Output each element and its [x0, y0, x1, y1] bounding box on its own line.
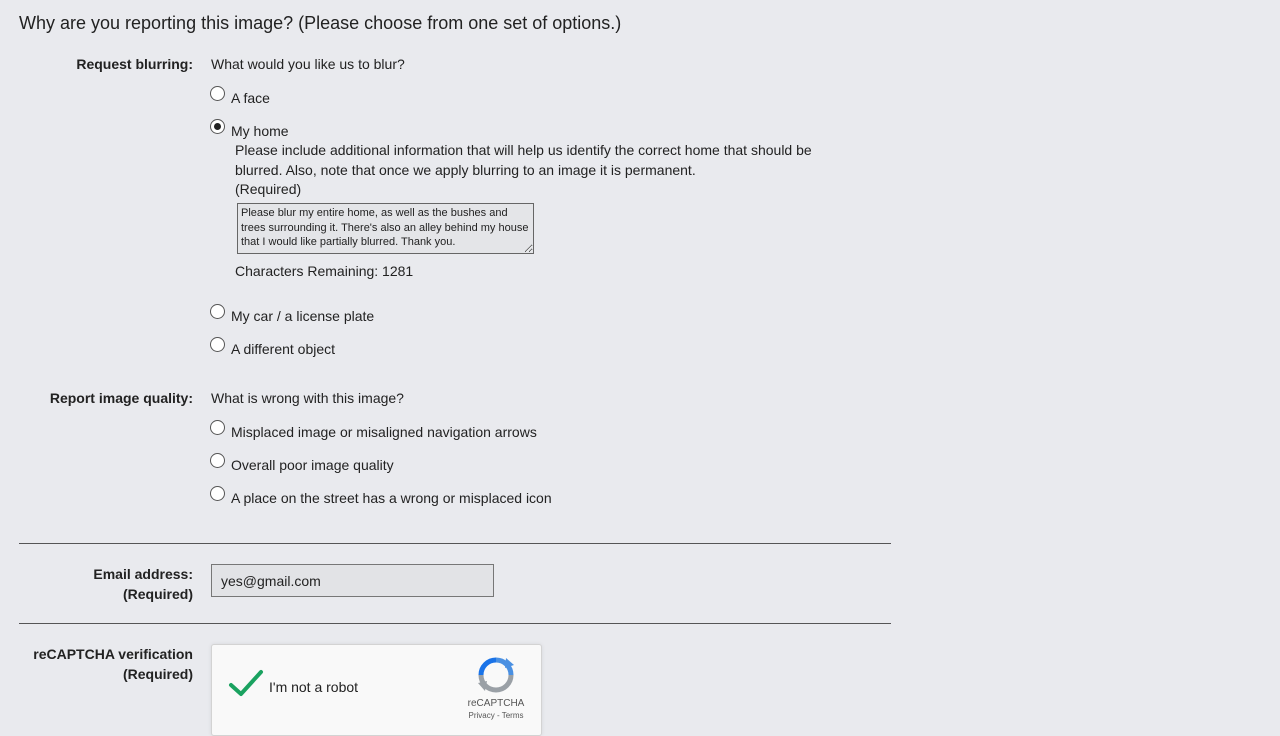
report-image-quality-label: Report image quality:: [49, 390, 193, 406]
blur-question: What would you like us to blur?: [211, 56, 405, 72]
radio-button[interactable]: [210, 485, 225, 501]
recaptcha-brand: reCAPTCHA: [467, 698, 525, 709]
option-label: My home: [231, 123, 289, 139]
option-label: Overall poor image quality: [231, 457, 394, 473]
option-label: Misplaced image or misaligned navigation…: [231, 424, 537, 440]
email-label: Email address: (Required): [0, 564, 193, 604]
email-required-note: (Required): [123, 586, 193, 602]
recaptcha-text: I'm not a robot: [269, 679, 359, 695]
radio-option-face[interactable]: A face: [210, 85, 270, 106]
radio-option-misplaced-icon[interactable]: A place on the street has a wrong or mis…: [210, 485, 552, 506]
section-divider: [19, 623, 891, 624]
recaptcha-label: reCAPTCHA verification (Required): [0, 644, 193, 684]
section-divider: [19, 543, 891, 544]
quality-question: What is wrong with this image?: [211, 390, 404, 406]
request-blurring-label: Request blurring:: [76, 56, 193, 72]
radio-option-my-home[interactable]: My home: [210, 118, 289, 139]
radio-button-selected[interactable]: [210, 118, 225, 134]
option-label: A place on the street has a wrong or mis…: [231, 490, 552, 506]
checkmark-icon[interactable]: [228, 669, 264, 699]
page-title: Why are you reporting this image? (Pleas…: [19, 13, 622, 33]
radio-button[interactable]: [210, 336, 225, 352]
option-label: My car / a license plate: [231, 308, 375, 324]
radio-button[interactable]: [210, 85, 225, 101]
radio-option-misplaced-image[interactable]: Misplaced image or misaligned navigation…: [210, 419, 537, 440]
option-label: A face: [231, 90, 270, 106]
blur-details-textarea[interactable]: Please blur my entire home, as well as t…: [237, 203, 534, 254]
recaptcha-required-note: (Required): [123, 666, 193, 682]
recaptcha-label-text: reCAPTCHA verification: [33, 646, 193, 662]
blur-help-text: Please include additional information th…: [235, 142, 812, 178]
characters-remaining: Characters Remaining: 1281: [235, 263, 414, 279]
option-label: A different object: [231, 341, 336, 357]
radio-option-different-object[interactable]: A different object: [210, 336, 336, 357]
radio-option-poor-quality[interactable]: Overall poor image quality: [210, 452, 394, 473]
recaptcha-widget[interactable]: I'm not a robot reCAPTCHA Privacy - Term…: [211, 644, 542, 736]
recaptcha-logo-icon: [478, 657, 514, 693]
required-note: (Required): [235, 181, 302, 197]
radio-button[interactable]: [210, 303, 225, 319]
email-label-text: Email address:: [93, 566, 193, 582]
email-field[interactable]: [211, 564, 494, 597]
radio-option-car-license-plate[interactable]: My car / a license plate: [210, 303, 375, 324]
recaptcha-links[interactable]: Privacy - Terms: [452, 711, 540, 720]
radio-button[interactable]: [210, 419, 225, 435]
radio-button[interactable]: [210, 452, 225, 468]
